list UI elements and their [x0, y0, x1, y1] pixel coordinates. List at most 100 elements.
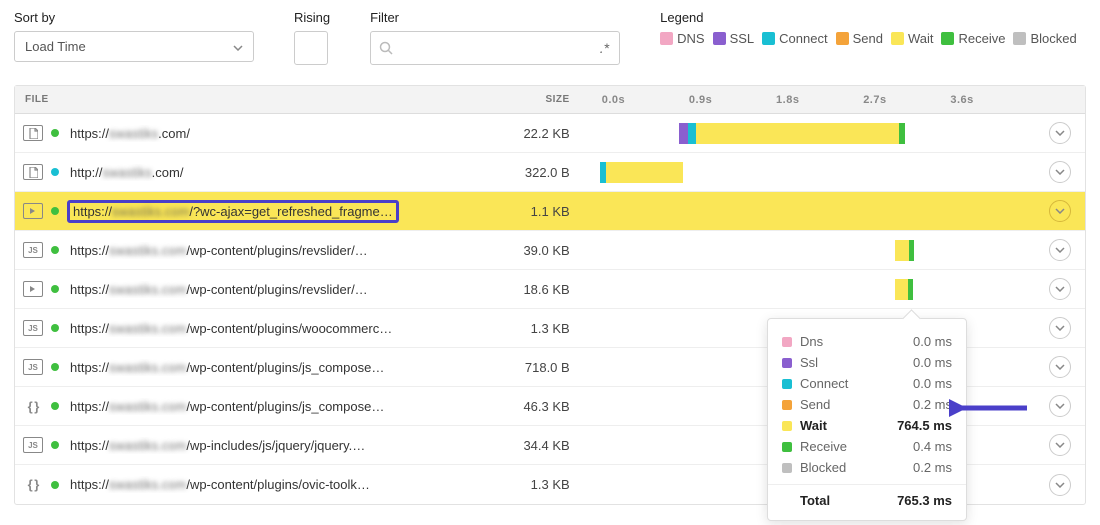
timeline-segment — [696, 123, 899, 144]
tooltip-total-label: Total — [800, 493, 897, 508]
request-url: https://swastiks.com/wp-content/plugins/… — [70, 360, 384, 375]
request-url: https://swastiks.com/wp-content/plugins/… — [70, 243, 368, 258]
legend-item: Connect — [762, 31, 827, 46]
timeline-bar[interactable] — [600, 270, 1036, 308]
timeline-segment — [899, 123, 906, 144]
request-size: 322.0 B — [411, 165, 599, 180]
legend-item: Receive — [941, 31, 1005, 46]
search-icon — [379, 41, 393, 55]
tooltip-row: Connect0.0 ms — [782, 373, 952, 394]
tooltip-row: Wait764.5 ms — [782, 415, 952, 436]
tooltip-row: Dns0.0 ms — [782, 331, 952, 352]
expand-button[interactable] — [1049, 239, 1071, 261]
request-size: 22.2 KB — [411, 126, 599, 141]
expand-button[interactable] — [1049, 200, 1071, 222]
legend-item: SSL — [713, 31, 755, 46]
json-icon: { } — [23, 398, 43, 414]
request-row[interactable]: https://swastiks.com/22.2 KB — [15, 114, 1085, 153]
status-dot — [51, 402, 59, 410]
timeline-segment — [895, 279, 907, 300]
expand-button[interactable] — [1049, 278, 1071, 300]
timeline-tick: 3.6s — [948, 94, 1035, 106]
request-size: 1.3 KB — [411, 321, 599, 336]
document-icon — [23, 164, 43, 180]
legend-item: DNS — [660, 31, 704, 46]
js-icon: JS — [23, 242, 43, 258]
sort-by-select[interactable]: Load Time — [14, 31, 254, 62]
request-size: 1.3 KB — [411, 477, 599, 492]
tooltip-row: Ssl0.0 ms — [782, 352, 952, 373]
expand-button[interactable] — [1049, 395, 1071, 417]
column-size[interactable]: SIZE — [411, 94, 599, 105]
status-dot — [51, 168, 59, 176]
tooltip-row: Send0.2 ms — [782, 394, 952, 415]
request-url: https://swastiks.com/wp-content/plugins/… — [70, 399, 384, 414]
column-timeline: 0.0s0.9s1.8s2.7s3.6s — [600, 94, 1036, 106]
status-dot — [51, 324, 59, 332]
xhr-icon — [23, 203, 43, 219]
expand-button[interactable] — [1049, 356, 1071, 378]
expand-button[interactable] — [1049, 122, 1071, 144]
status-dot — [51, 207, 59, 215]
filter-label: Filter — [370, 10, 620, 25]
filter-input-wrap[interactable]: .* — [370, 31, 620, 65]
request-row[interactable]: https://swastiks.com/?wc-ajax=get_refres… — [15, 192, 1085, 231]
document-icon — [23, 125, 43, 141]
status-dot — [51, 441, 59, 449]
js-icon: JS — [23, 359, 43, 375]
timeline-tick: 0.9s — [687, 94, 774, 106]
timing-tooltip: Dns0.0 msSsl0.0 msConnect0.0 msSend0.2 m… — [767, 318, 967, 521]
rising-label: Rising — [294, 10, 330, 25]
request-row[interactable]: http://swastiks.com/322.0 B — [15, 153, 1085, 192]
request-url: https://swastiks.com/wp-includes/js/jque… — [70, 438, 365, 453]
js-icon: JS — [23, 320, 43, 336]
status-dot — [51, 129, 59, 137]
filter-input[interactable] — [393, 41, 600, 56]
grid-header: FILE SIZE 0.0s0.9s1.8s2.7s3.6s — [15, 86, 1085, 114]
request-url: https://swastiks.com/wp-content/plugins/… — [70, 477, 370, 492]
request-url: https://swastiks.com/wp-content/plugins/… — [70, 321, 392, 336]
status-dot — [51, 285, 59, 293]
legend-title: Legend — [660, 10, 1077, 25]
sort-by-value: Load Time — [25, 39, 86, 54]
filter-wildcard-icon: .* — [600, 40, 611, 56]
request-size: 718.0 B — [411, 360, 599, 375]
legend-item: Blocked — [1013, 31, 1076, 46]
rising-toggle[interactable] — [294, 31, 328, 65]
request-size: 39.0 KB — [411, 243, 599, 258]
request-row[interactable]: JS https://swastiks.com/wp-content/plugin… — [15, 231, 1085, 270]
timeline-bar[interactable] — [600, 192, 1036, 230]
timeline-segment — [606, 162, 683, 183]
expand-button[interactable] — [1049, 434, 1071, 456]
timeline-bar[interactable] — [600, 114, 1036, 152]
expand-button[interactable] — [1049, 161, 1071, 183]
timeline-segment — [600, 201, 1040, 222]
json-icon: { } — [23, 477, 43, 493]
timeline-segment — [908, 279, 914, 300]
request-size: 46.3 KB — [411, 399, 599, 414]
request-url: http://swastiks.com/ — [70, 165, 183, 180]
tooltip-total-value: 765.3 ms — [897, 493, 952, 508]
request-url: https://swastiks.com/ — [70, 126, 190, 141]
legend-items: DNSSSLConnectSendWaitReceiveBlocked — [660, 31, 1077, 46]
controls-bar: Sort by Load Time Rising Filter .* Legen… — [14, 10, 1086, 65]
request-url: https://swastiks.com/wp-content/plugins/… — [70, 282, 368, 297]
timeline-segment — [895, 240, 909, 261]
request-size: 34.4 KB — [411, 438, 599, 453]
status-dot — [51, 363, 59, 371]
timeline-segment — [688, 123, 696, 144]
timeline-tick: 1.8s — [774, 94, 861, 106]
timeline-bar[interactable] — [600, 153, 1036, 191]
request-url: https://swastiks.com/?wc-ajax=get_refres… — [73, 204, 393, 219]
expand-button[interactable] — [1049, 474, 1071, 496]
request-row[interactable]: https://swastiks.com/wp-content/plugins/… — [15, 270, 1085, 309]
expand-button[interactable] — [1049, 317, 1071, 339]
timeline-tick: 0.0s — [600, 94, 687, 106]
requests-grid: FILE SIZE 0.0s0.9s1.8s2.7s3.6s https://s… — [14, 85, 1086, 505]
timeline-bar[interactable] — [600, 231, 1036, 269]
column-file[interactable]: FILE — [15, 94, 411, 105]
tooltip-row: Blocked0.2 ms — [782, 457, 952, 478]
timeline-segment — [600, 162, 607, 183]
chevron-down-icon — [233, 39, 243, 54]
xhr-icon — [23, 281, 43, 297]
